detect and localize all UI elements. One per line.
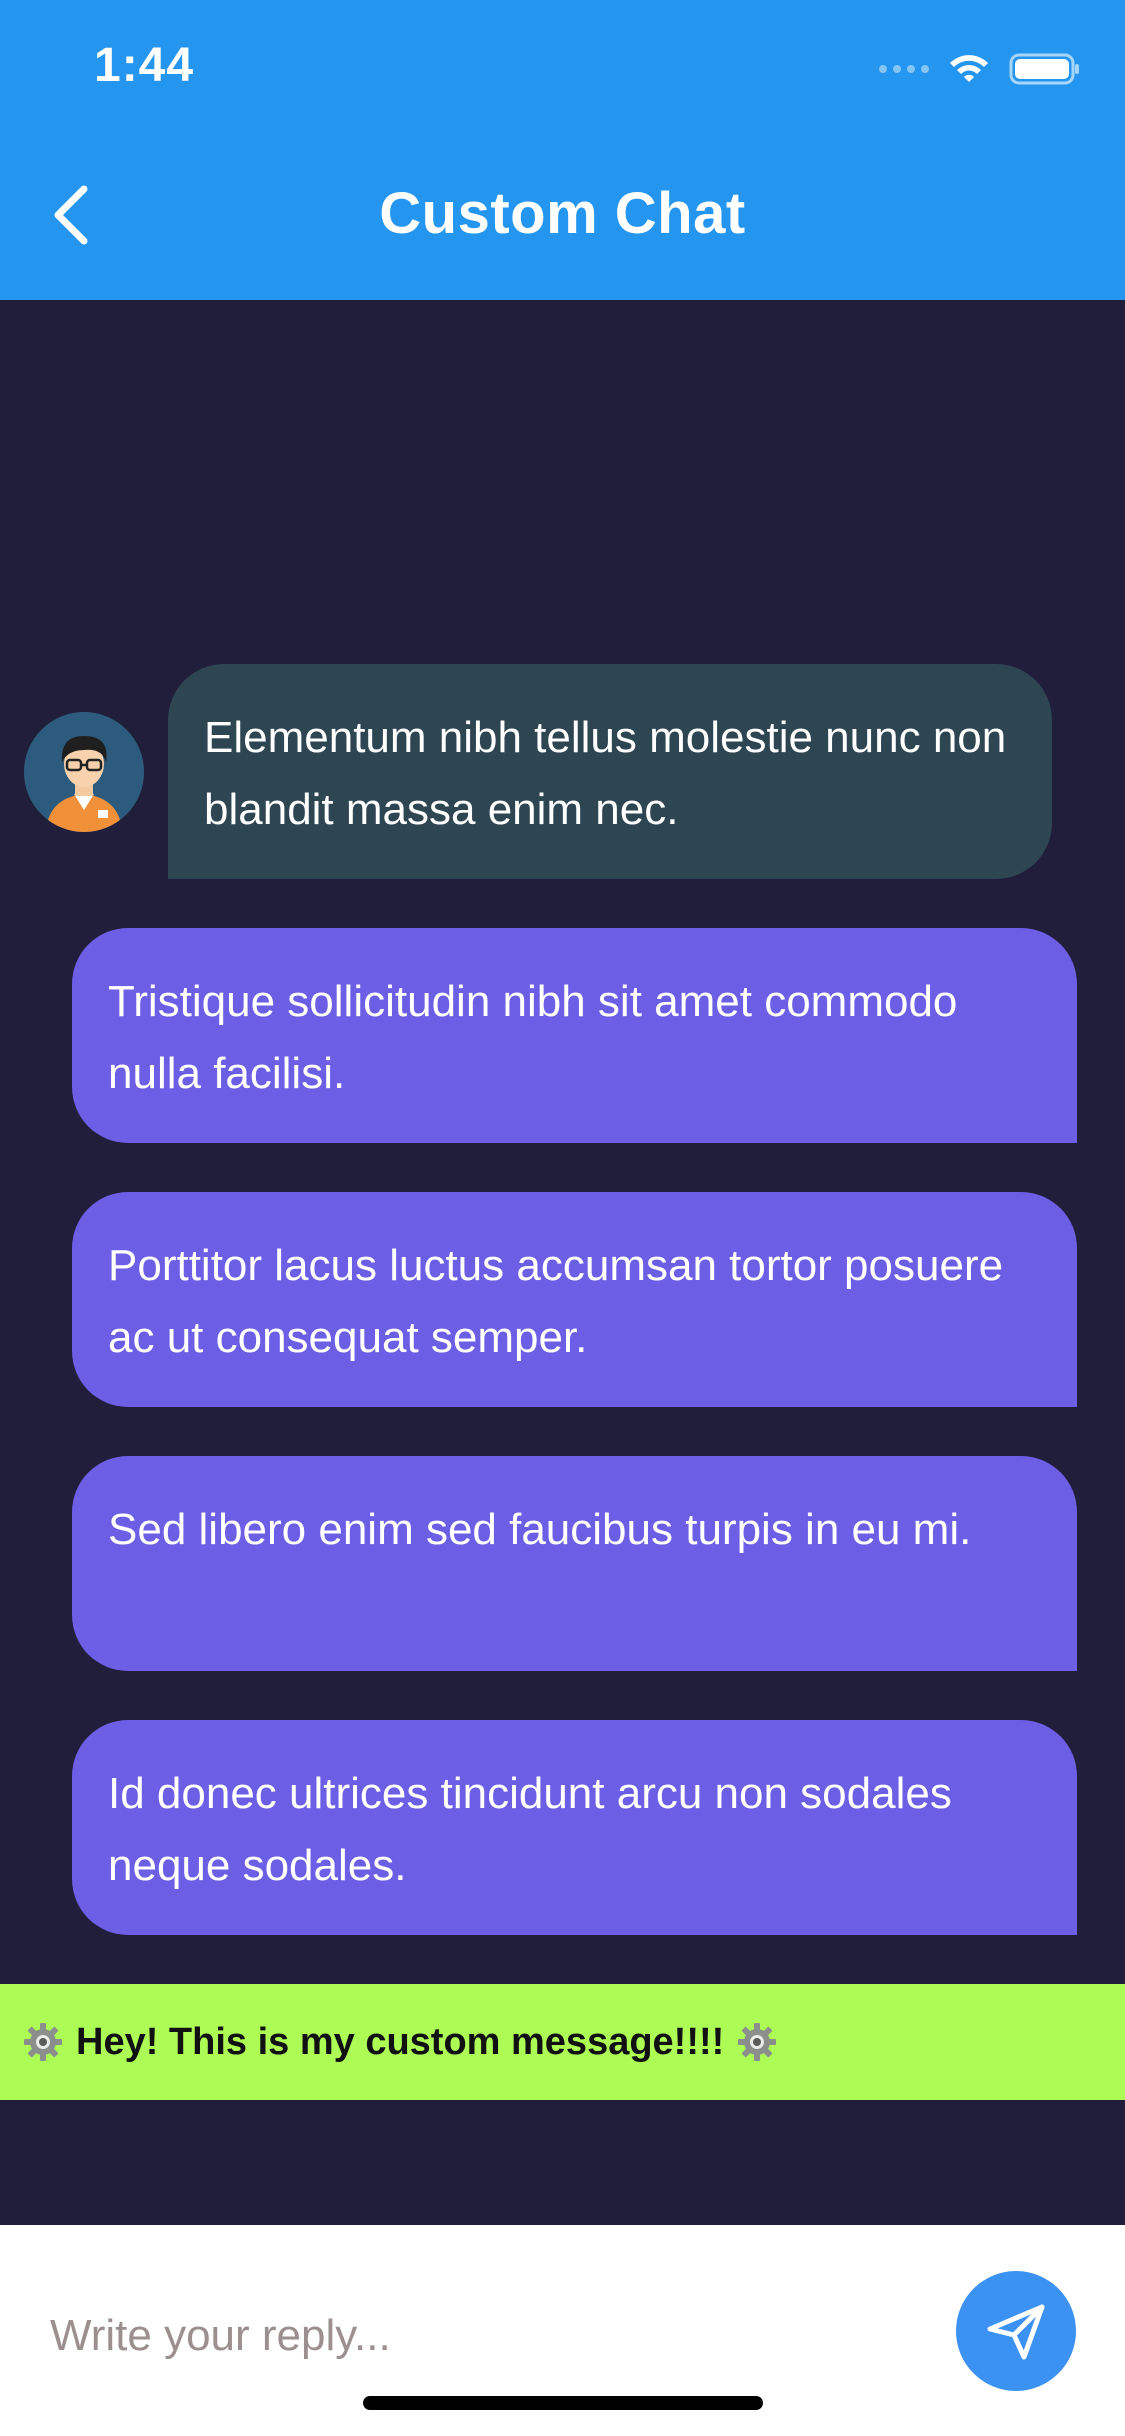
avatar (24, 712, 144, 832)
message-sent: Sed libero enim sed faucibus turpis in e… (72, 1456, 1077, 1671)
reply-input[interactable] (48, 2295, 912, 2377)
gear-icon (738, 2023, 777, 2061)
send-icon (987, 2304, 1045, 2360)
custom-message-text: Hey! This is my custom message!!!! (76, 2020, 725, 2063)
message-list[interactable]: Elementum nibh tellus molestie nunc non … (0, 300, 1125, 2225)
wifi-icon (947, 52, 991, 86)
send-button[interactable] (956, 2271, 1076, 2391)
page-title: Custom Chat (379, 181, 746, 246)
battery-icon (1009, 52, 1081, 86)
app-header: 1:44 Custom Chat (0, 0, 1125, 300)
custom-message-banner: Hey! This is my custom message!!!! (0, 1984, 1125, 2100)
message-received: Elementum nibh tellus molestie nunc non … (168, 664, 1052, 879)
status-time: 1:44 (94, 39, 195, 92)
status-icons (879, 52, 1081, 86)
signal-icon (879, 65, 929, 73)
message-sent: Tristique sollicitudin nibh sit amet com… (72, 928, 1077, 1143)
gear-icon (24, 2023, 62, 2061)
home-indicator (363, 2396, 763, 2410)
message-sent: Id donec ultrices tincidunt arcu non sod… (72, 1720, 1077, 1935)
user-avatar-icon (24, 712, 144, 832)
message-sent: Porttitor lacus luctus accumsan tortor p… (72, 1192, 1077, 1407)
